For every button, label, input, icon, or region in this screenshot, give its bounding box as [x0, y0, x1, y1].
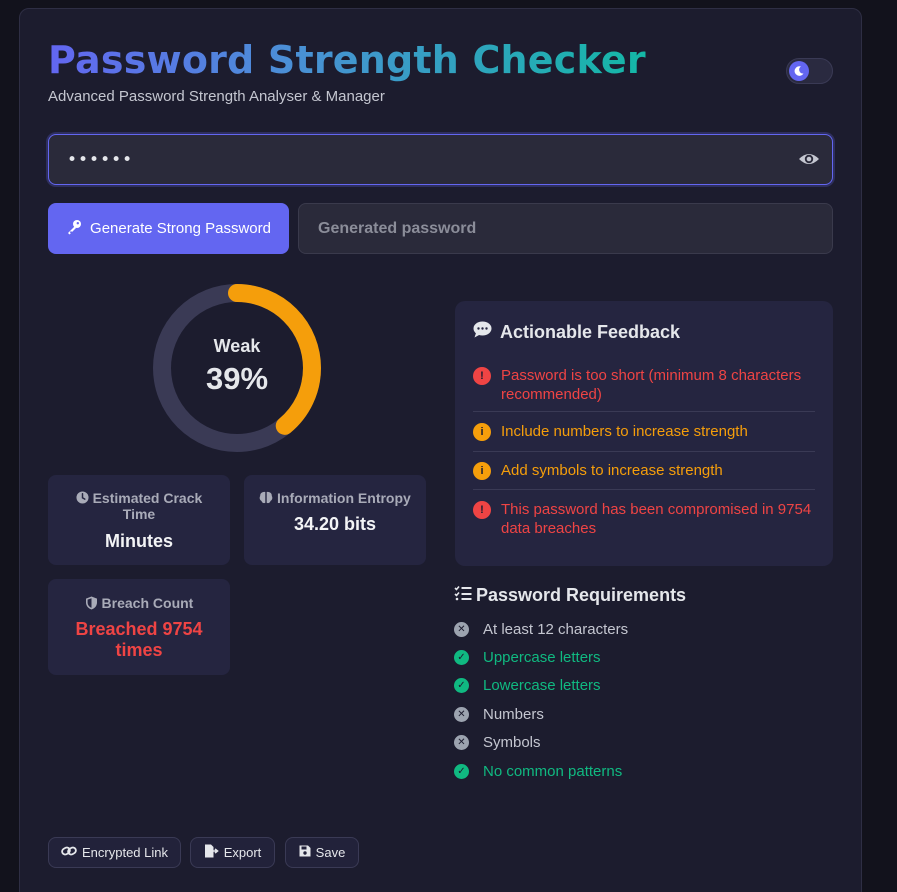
requirement-item: ✕ Symbols: [454, 734, 541, 751]
feedback-item: ! This password has been compromised in …: [473, 500, 815, 538]
clock-icon: [76, 490, 93, 506]
checklist-icon: [454, 585, 472, 606]
generated-password-input[interactable]: [318, 218, 798, 240]
feedback-item: i Include numbers to increase strength: [473, 422, 815, 441]
divider: [473, 489, 815, 490]
requirement-item: ✓ Uppercase letters: [454, 649, 601, 666]
divider: [473, 411, 815, 412]
requirement-item: ✕ Numbers: [454, 706, 544, 723]
feedback-item: i Add symbols to increase strength: [473, 461, 815, 480]
error-icon: !: [473, 367, 491, 385]
crack-time-value: Minutes: [104, 531, 173, 551]
requirement-item: ✓ Lowercase letters: [454, 677, 601, 694]
divider: [473, 451, 815, 452]
error-icon: !: [473, 501, 491, 519]
info-icon: i: [473, 462, 491, 480]
crack-time-label: Estimated Crack Time: [92, 490, 203, 522]
x-circle-icon: ✕: [454, 622, 469, 637]
export-button[interactable]: Export: [190, 837, 275, 868]
brain-icon: [259, 490, 277, 506]
link-icon: [61, 845, 77, 860]
save-button[interactable]: Save: [285, 837, 359, 868]
entropy-card: Information Entropy 34.20 bits: [244, 475, 426, 565]
entropy-value: 34.20 bits: [293, 514, 377, 534]
x-circle-icon: ✕: [454, 707, 469, 722]
theme-toggle[interactable]: [786, 58, 833, 84]
feedback-title: Actionable Feedback: [500, 321, 681, 342]
shield-icon: [85, 595, 102, 611]
breach-count-card: Breach Count Breached 9754 times: [48, 579, 230, 675]
requirements-title: Password Requirements: [476, 585, 687, 605]
strength-percent: 39%: [205, 361, 269, 396]
requirement-item: ✕ At least 12 characters: [454, 621, 628, 638]
breach-count-value: Breached 9754 times: [75, 619, 203, 660]
feedback-panel: Actionable Feedback ! Password is too sh…: [455, 301, 833, 566]
floppy-disk-icon: [299, 845, 311, 860]
page-subtitle: Advanced Password Strength Analyser & Ma…: [48, 88, 385, 105]
generate-button-label: Generate Strong Password: [90, 220, 271, 237]
check-circle-icon: ✓: [454, 650, 469, 665]
requirement-item: ✓ No common patterns: [454, 763, 622, 780]
feedback-item: ! Password is too short (minimum 8 chara…: [473, 366, 815, 404]
eye-icon[interactable]: [798, 149, 820, 169]
comment-icon: [473, 321, 492, 343]
password-input[interactable]: [67, 148, 767, 172]
check-circle-icon: ✓: [454, 678, 469, 693]
moon-icon: [789, 61, 809, 81]
x-circle-icon: ✕: [454, 735, 469, 750]
encrypted-link-button[interactable]: Encrypted Link: [48, 837, 181, 868]
page-title: Password Strength Checker: [48, 38, 646, 82]
password-field[interactable]: [48, 134, 833, 185]
breach-count-label: Breach Count: [101, 595, 194, 611]
entropy-label: Information Entropy: [277, 490, 411, 506]
generate-password-button[interactable]: Generate Strong Password: [48, 203, 289, 254]
strength-label: Weak: [213, 336, 261, 356]
generated-password-field[interactable]: [298, 203, 833, 254]
key-icon: [66, 219, 82, 239]
file-export-icon: [204, 844, 219, 861]
crack-time-card: Estimated Crack Time Minutes: [48, 475, 230, 565]
check-circle-icon: ✓: [454, 764, 469, 779]
info-icon: i: [473, 423, 491, 441]
